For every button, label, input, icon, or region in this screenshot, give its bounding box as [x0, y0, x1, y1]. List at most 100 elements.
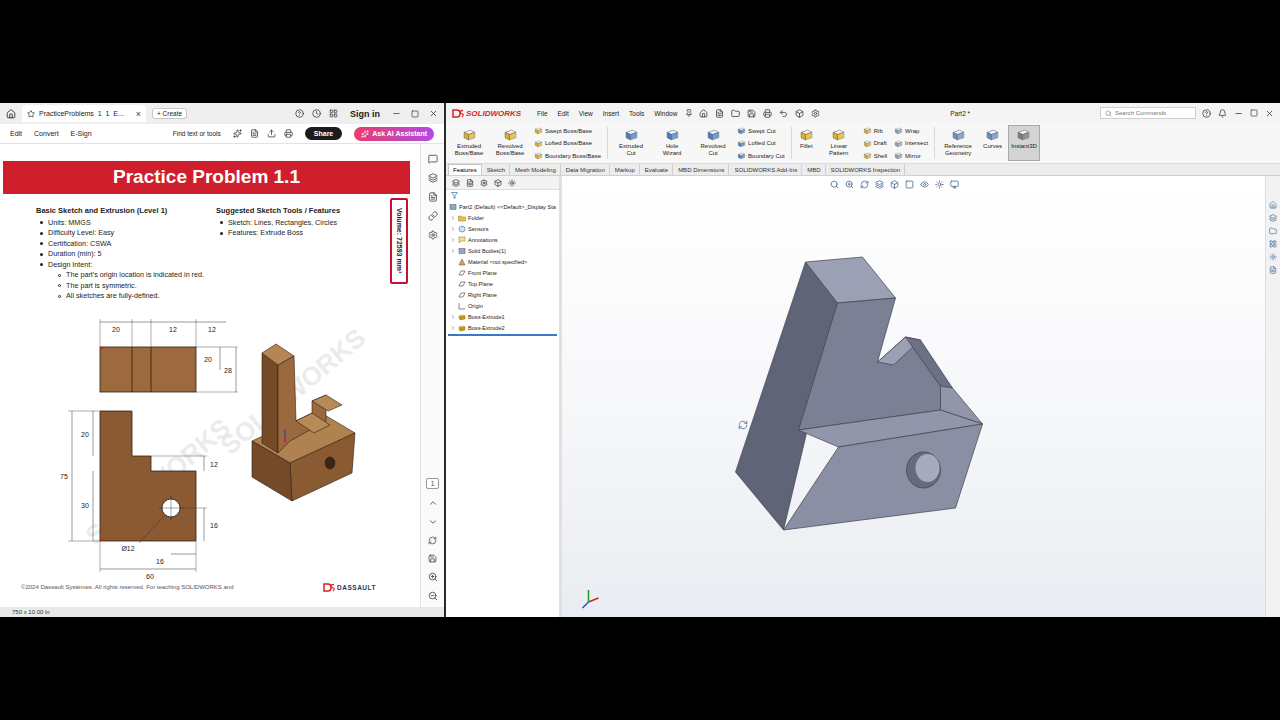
- command-tab[interactable]: Evaluate: [640, 164, 673, 175]
- options-icon[interactable]: [811, 109, 820, 118]
- tree-item[interactable]: Material <not specified>: [446, 256, 559, 267]
- file-explorer-icon[interactable]: [1269, 227, 1277, 235]
- part-face[interactable]: [799, 298, 941, 430]
- expand-arrow-icon[interactable]: [450, 314, 456, 320]
- hide-show-icon[interactable]: [920, 180, 929, 189]
- menu-item[interactable]: Insert: [601, 110, 621, 117]
- zoom-in-icon[interactable]: [428, 572, 438, 582]
- command-tab[interactable]: Features: [448, 164, 482, 175]
- open-icon[interactable]: [731, 109, 740, 118]
- ribbon-small-button[interactable]: Wrap: [894, 126, 928, 135]
- config-icon[interactable]: [480, 179, 488, 187]
- ribbon-button[interactable]: Revolved Boss/Base: [491, 125, 529, 161]
- menu-item[interactable]: Edit: [556, 110, 571, 117]
- pages-icon[interactable]: [428, 192, 438, 202]
- ribbon-button[interactable]: Reference Geometry: [939, 125, 977, 161]
- ribbon-button[interactable]: Revolved Cut: [694, 125, 732, 161]
- ribbon-small-button[interactable]: Shell: [863, 151, 887, 160]
- part-face[interactable]: [906, 337, 953, 388]
- new-icon[interactable]: [715, 109, 724, 118]
- star-icon[interactable]: [27, 110, 35, 118]
- maximize-icon[interactable]: [1250, 109, 1258, 117]
- command-tab[interactable]: SOLIDWORKS Inspection: [826, 164, 906, 175]
- ribbon-small-button[interactable]: Intersect: [894, 139, 928, 148]
- tree-item[interactable]: Origin: [446, 300, 559, 311]
- tree-item[interactable]: Solid Bodies(1): [446, 245, 559, 256]
- tree-item[interactable]: Annotations: [446, 234, 559, 245]
- view-orientation-icon[interactable]: [890, 180, 899, 189]
- tree-item[interactable]: Front Plane: [446, 267, 559, 278]
- ribbon-small-button[interactable]: Swept Boss/Base: [534, 126, 601, 135]
- minimize-icon[interactable]: [392, 109, 401, 118]
- part-model[interactable]: [562, 176, 1265, 617]
- command-tab[interactable]: Mesh Modeling: [510, 164, 561, 175]
- pin-icon[interactable]: [685, 109, 693, 117]
- ribbon-small-button[interactable]: Boundary Cut: [737, 151, 785, 160]
- toolbar-item[interactable]: Convert: [34, 130, 59, 137]
- expand-arrow-icon[interactable]: [450, 325, 456, 331]
- menu-item[interactable]: File: [535, 110, 549, 117]
- upload-icon[interactable]: [267, 129, 276, 138]
- layers-icon[interactable]: [428, 173, 438, 183]
- ribbon-button[interactable]: Hole Wizard: [653, 125, 691, 161]
- notification-icon[interactable]: [1218, 109, 1227, 118]
- command-tab[interactable]: MBD: [802, 164, 825, 175]
- command-tab[interactable]: Sketch: [482, 164, 510, 175]
- expand-arrow-icon[interactable]: [450, 248, 456, 254]
- display-icon[interactable]: [508, 179, 516, 187]
- ribbon-button[interactable]: Curves: [980, 125, 1005, 161]
- menu-item[interactable]: Tools: [627, 110, 646, 117]
- settings-icon[interactable]: [428, 230, 438, 240]
- section-view-icon[interactable]: [875, 180, 884, 189]
- appearances-icon[interactable]: [1269, 253, 1277, 261]
- tree-item[interactable]: Top Plane: [446, 278, 559, 289]
- share-button[interactable]: Share: [305, 127, 342, 140]
- apps-icon[interactable]: [329, 109, 338, 118]
- expand-arrow-icon[interactable]: [450, 237, 456, 243]
- ribbon-button[interactable]: Fillet: [796, 125, 817, 161]
- ribbon-small-button[interactable]: Swept Cut: [737, 126, 785, 135]
- ribbon-small-button[interactable]: Draft: [863, 139, 887, 148]
- comment-icon[interactable]: [428, 154, 438, 164]
- appearance-icon[interactable]: [935, 180, 944, 189]
- tree-item[interactable]: Boss-Extrude1: [446, 311, 559, 322]
- feature-tree-icon[interactable]: [452, 179, 460, 187]
- previous-page-icon[interactable]: [428, 498, 438, 508]
- save-icon[interactable]: [747, 109, 756, 118]
- maximize-icon[interactable]: [411, 110, 419, 118]
- filter-icon[interactable]: [451, 192, 458, 199]
- menu-item[interactable]: View: [577, 110, 595, 117]
- rollback-bar[interactable]: [448, 334, 557, 336]
- ribbon-button[interactable]: Linear Pattern: [820, 125, 858, 161]
- minimize-icon[interactable]: [1234, 109, 1243, 118]
- document-tab[interactable]: PracticeProblems_1_1_E...×: [22, 105, 146, 122]
- toolbar-item[interactable]: E-Sign: [71, 130, 92, 137]
- ribbon-small-button[interactable]: Rib: [863, 126, 887, 135]
- ribbon-button[interactable]: Extruded Boss/Base: [450, 125, 488, 161]
- ribbon-small-button[interactable]: Lofted Boss/Base: [534, 139, 601, 148]
- find-tools[interactable]: Find text or tools: [173, 130, 221, 137]
- home-icon[interactable]: [6, 109, 16, 119]
- menu-item[interactable]: Window: [652, 110, 679, 117]
- command-tab[interactable]: MBD Dimensions: [673, 164, 729, 175]
- home-icon[interactable]: [699, 109, 708, 118]
- close-icon[interactable]: [1265, 109, 1274, 118]
- help-icon[interactable]: [1202, 109, 1211, 118]
- zoom-fit-icon[interactable]: [830, 180, 839, 189]
- close-icon[interactable]: [429, 109, 438, 118]
- part-face[interactable]: [806, 257, 896, 303]
- display-style-icon[interactable]: [905, 180, 914, 189]
- command-tab[interactable]: Data Migration: [561, 164, 610, 175]
- view-palette-icon[interactable]: [1269, 240, 1277, 248]
- graphics-area[interactable]: [562, 176, 1265, 617]
- clock-icon[interactable]: [312, 109, 321, 118]
- custom-properties-icon[interactable]: [1269, 266, 1277, 274]
- print-icon[interactable]: [284, 129, 293, 138]
- ai-assistant-button[interactable]: Ask AI Assistant: [354, 127, 434, 141]
- ribbon-button[interactable]: Extruded Cut: [612, 125, 650, 161]
- print-icon[interactable]: [763, 109, 772, 118]
- expand-arrow-icon[interactable]: [450, 215, 456, 221]
- search-commands[interactable]: Search Commands: [1100, 107, 1196, 119]
- ribbon-small-button[interactable]: Lofted Cut: [737, 139, 785, 148]
- tree-item[interactable]: Right Plane: [446, 289, 559, 300]
